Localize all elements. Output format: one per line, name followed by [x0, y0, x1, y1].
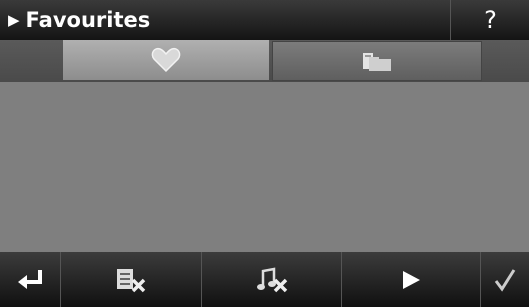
bottom-toolbar — [0, 252, 529, 307]
help-button[interactable]: ? — [450, 0, 529, 40]
tab-folders[interactable] — [272, 41, 482, 81]
heart-icon — [151, 47, 181, 73]
back-arrow-icon — [18, 269, 42, 289]
play-icon — [403, 270, 420, 289]
confirm-button[interactable] — [481, 252, 529, 307]
folder-icon — [363, 53, 391, 71]
delete-music-icon — [256, 267, 287, 292]
favourites-list[interactable] — [0, 82, 529, 252]
back-button[interactable] — [0, 252, 61, 307]
checkmark-icon — [494, 268, 516, 292]
delete-all-button[interactable] — [202, 252, 342, 307]
page-title: Favourites — [25, 8, 151, 32]
delete-item-button[interactable] — [61, 252, 202, 307]
title-bar: ▶ Favourites ? — [0, 0, 529, 40]
delete-list-icon — [117, 268, 146, 292]
play-triangle-icon: ▶ — [8, 11, 20, 29]
tab-favourites[interactable] — [63, 40, 269, 80]
page-title-container: ▶ Favourites — [8, 2, 150, 38]
play-button[interactable] — [342, 252, 481, 307]
tab-bar — [0, 40, 529, 82]
